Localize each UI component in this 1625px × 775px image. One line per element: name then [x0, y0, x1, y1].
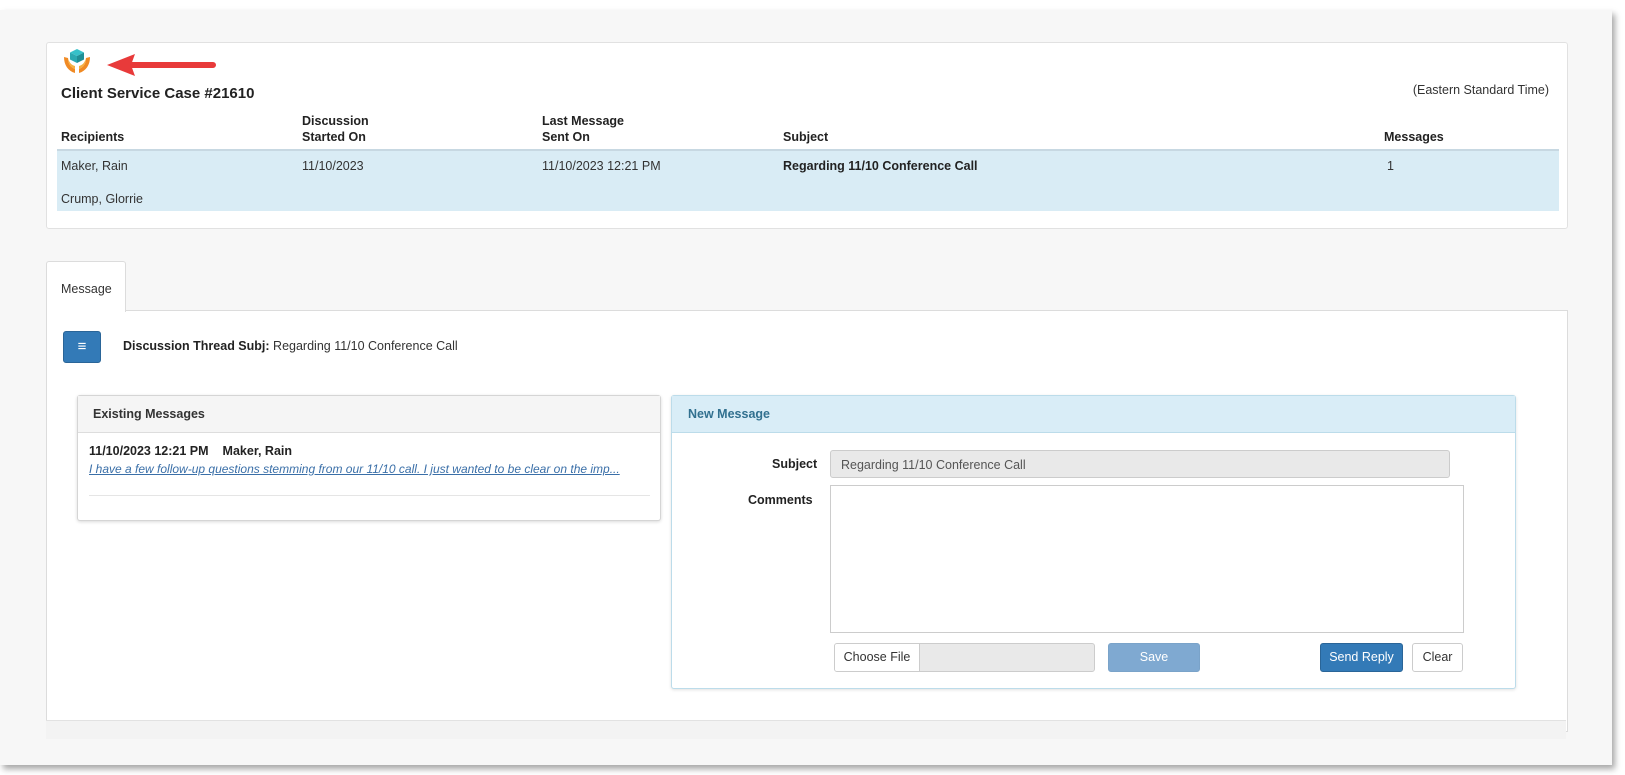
- subject-label: Subject: [772, 457, 818, 471]
- discussion-thread-subject: Discussion Thread Subj: Regarding 11/10 …: [123, 339, 458, 353]
- started-on-value: 11/10/2023: [302, 159, 364, 173]
- message-tab-panel: ≡ Discussion Thread Subj: Regarding 11/1…: [46, 310, 1568, 732]
- comments-textarea[interactable]: [830, 485, 1464, 633]
- comments-label: Comments: [748, 493, 813, 507]
- panel-footer: [46, 720, 1566, 739]
- tab-message[interactable]: Message: [46, 261, 126, 312]
- tab-label: Message: [61, 282, 112, 296]
- choose-file-button[interactable]: Choose File: [835, 644, 920, 671]
- timezone-label: (Eastern Standard Time): [1412, 83, 1549, 97]
- column-header-discussion-started-on: Discussion Started On: [302, 114, 369, 144]
- send-reply-button[interactable]: Send Reply: [1320, 643, 1403, 672]
- red-arrow-left-icon: [107, 54, 216, 76]
- subject-value: Regarding 11/10 Conference Call: [783, 159, 978, 173]
- message-datetime: 11/10/2023 12:21 PM: [89, 444, 209, 458]
- recipient-name: Maker, Rain: [61, 159, 128, 173]
- recipient-name: Crump, Glorrie: [61, 192, 143, 206]
- case-table-row[interactable]: Maker, Rain Crump, Glorrie 11/10/2023 11…: [57, 149, 1559, 211]
- thread-subject-value: Regarding 11/10 Conference Call: [273, 339, 458, 353]
- column-header-recipients: Recipients: [61, 130, 125, 144]
- case-summary-card: Client Service Case #21610 (Eastern Stan…: [46, 42, 1568, 229]
- existing-messages-panel: Existing Messages 11/10/2023 12:21 PM Mak…: [77, 395, 661, 521]
- file-input[interactable]: Choose File: [834, 643, 1095, 672]
- new-message-panel: New Message Subject Regarding 11/10 Conf…: [671, 395, 1516, 689]
- last-sent-value: 11/10/2023 12:21 PM: [542, 159, 661, 173]
- save-button[interactable]: Save: [1108, 643, 1200, 672]
- message-meta: 11/10/2023 12:21 PM Maker, Rain: [89, 444, 292, 458]
- hamburger-menu-button[interactable]: ≡: [63, 331, 101, 363]
- column-header-subject: Subject: [783, 130, 829, 144]
- new-message-title: New Message: [672, 396, 1515, 433]
- thread-subject-label: Discussion Thread Subj:: [123, 339, 270, 353]
- hands-holding-box-icon: [64, 49, 90, 73]
- subject-input[interactable]: Regarding 11/10 Conference Call: [830, 450, 1450, 478]
- app-frame: Client Service Case #21610 (Eastern Stan…: [0, 10, 1612, 765]
- column-header-last-message-sent-on: Last Message Sent On: [542, 114, 624, 144]
- clear-button[interactable]: Clear: [1412, 643, 1463, 672]
- message-count-value: 1: [1387, 159, 1394, 173]
- hamburger-menu-icon: ≡: [77, 338, 87, 355]
- column-header-messages: Messages: [1384, 130, 1444, 144]
- divider: [89, 495, 650, 496]
- message-preview-link[interactable]: I have a few follow-up questions stemmin…: [89, 462, 620, 476]
- case-title: Client Service Case #21610: [61, 85, 255, 102]
- existing-messages-title: Existing Messages: [78, 396, 660, 433]
- message-author: Maker, Rain: [222, 444, 293, 458]
